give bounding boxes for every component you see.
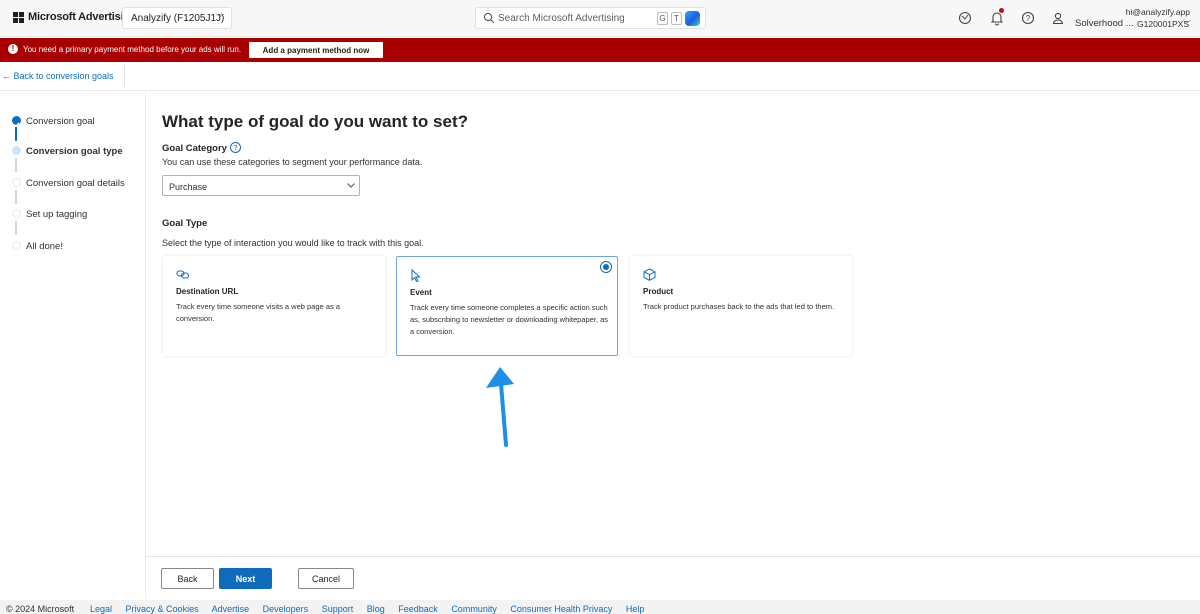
step-conversion-goal-type[interactable]: Conversion goal type <box>26 146 123 157</box>
back-bar: ← Back to conversion goals <box>0 62 1200 91</box>
goal-category-label: Goal Category <box>162 143 227 154</box>
account-name: Analyzify (F1205J1J) <box>131 13 225 24</box>
card-description: Track product purchases back to the ads … <box>643 302 835 311</box>
footer-link-developers[interactable]: Developers <box>263 604 309 614</box>
microsoft-logo <box>13 12 24 23</box>
footer-link-help[interactable]: Help <box>626 604 645 614</box>
footer-links: Legal Privacy & Cookies Advertise Develo… <box>90 604 655 614</box>
page-title: What type of goal do you want to set? <box>162 112 468 131</box>
box-icon <box>643 268 656 281</box>
shortcut-key-g: G <box>657 12 668 25</box>
goal-category-dropdown[interactable]: Purchase <box>162 175 360 196</box>
chevron-down-icon[interactable]: ﹀ <box>1183 19 1191 30</box>
footer-link-legal[interactable]: Legal <box>90 604 112 614</box>
network-icon[interactable] <box>957 10 973 26</box>
step-connector <box>15 221 17 235</box>
cancel-button[interactable]: Cancel <box>298 568 354 589</box>
step-connector <box>15 158 17 172</box>
goal-type-label: Goal Type <box>162 218 208 229</box>
step-current-icon <box>12 146 21 155</box>
chevron-down-icon: ﹀ <box>216 14 224 23</box>
goal-type-card-event[interactable]: Event Track every time someone completes… <box>396 256 618 356</box>
footer-link-consumer-health-privacy[interactable]: Consumer Health Privacy <box>510 604 612 614</box>
card-title: Event <box>410 288 432 297</box>
search-icon <box>483 12 495 24</box>
footer-link-feedback[interactable]: Feedback <box>398 604 438 614</box>
search-box[interactable]: Search Microsoft Advertising G T <box>475 7 706 29</box>
step-conversion-goal-details: Conversion goal details <box>26 178 125 189</box>
goal-type-card-product[interactable]: Product Track product purchases back to … <box>630 256 852 356</box>
footer-link-community[interactable]: Community <box>451 604 497 614</box>
step-connector <box>15 127 17 141</box>
help-icon[interactable]: ? <box>230 142 241 153</box>
step-sidebar: Conversion goal Conversion goal type Con… <box>0 91 146 599</box>
next-button[interactable]: Next <box>219 568 272 589</box>
help-icon[interactable]: ? <box>1020 10 1036 26</box>
goal-type-card-destination-url[interactable]: Destination URL Track every time someone… <box>163 256 385 356</box>
card-description: Track every time someone visits a web pa… <box>176 302 340 323</box>
chevron-down-icon <box>347 183 355 188</box>
step-pending-icon <box>12 209 21 218</box>
selected-radio[interactable] <box>600 261 612 273</box>
step-set-up-tagging: Set up tagging <box>26 209 88 220</box>
step-pending-icon <box>12 241 21 250</box>
footer-link-advertise[interactable]: Advertise <box>212 604 250 614</box>
user-icon[interactable] <box>1050 10 1066 26</box>
footer-link-support[interactable]: Support <box>322 604 354 614</box>
alert-icon: ! <box>8 44 18 54</box>
divider <box>124 66 125 86</box>
cursor-icon <box>411 269 421 283</box>
svg-text:?: ? <box>1026 14 1031 23</box>
payment-alert-banner: ! You need a primary payment method befo… <box>0 38 1200 62</box>
step-all-done: All done! <box>26 241 63 252</box>
goal-type-hint: Select the type of interaction you would… <box>162 238 424 248</box>
goal-category-value: Purchase <box>169 182 208 192</box>
annotation-arrow <box>486 367 514 447</box>
link-icon <box>176 270 190 279</box>
step-connector <box>15 190 17 204</box>
step-pending-icon <box>12 178 21 187</box>
card-title: Product <box>643 287 674 296</box>
brand-name[interactable]: Microsoft Advertising <box>28 11 137 23</box>
goal-category-hint: You can use these categories to segment … <box>162 157 423 167</box>
step-conversion-goal[interactable]: Conversion goal <box>26 116 95 127</box>
top-bar: Microsoft Advertising Analyzify (F1205J1… <box>0 0 1200 37</box>
card-description: Track every time someone completes a spe… <box>410 303 609 336</box>
user-org[interactable]: Solverhood ... <box>1075 18 1134 29</box>
copilot-icon[interactable] <box>685 11 700 26</box>
copyright: © 2024 Microsoft <box>6 604 75 614</box>
account-selector[interactable]: Analyzify (F1205J1J) ﹀ <box>122 7 232 29</box>
back-to-conversion-goals-link[interactable]: ← Back to conversion goals <box>2 71 114 81</box>
footer-link-privacy[interactable]: Privacy & Cookies <box>126 604 199 614</box>
back-button[interactable]: Back <box>161 568 214 589</box>
footer-link-blog[interactable]: Blog <box>367 604 385 614</box>
user-account-id[interactable]: G120001PXS <box>1137 19 1189 29</box>
step-complete-icon <box>12 116 21 128</box>
add-payment-method-button[interactable]: Add a payment method now <box>249 42 383 58</box>
notification-dot <box>999 8 1004 13</box>
page-footer: © 2024 Microsoft Legal Privacy & Cookies… <box>0 600 1200 614</box>
card-title: Destination URL <box>176 287 239 296</box>
shortcut-key-t: T <box>671 12 682 25</box>
user-email[interactable]: hi@analyzify.app <box>1126 7 1190 17</box>
alert-message: You need a primary payment method before… <box>23 45 242 54</box>
search-placeholder[interactable]: Search Microsoft Advertising <box>498 13 625 24</box>
